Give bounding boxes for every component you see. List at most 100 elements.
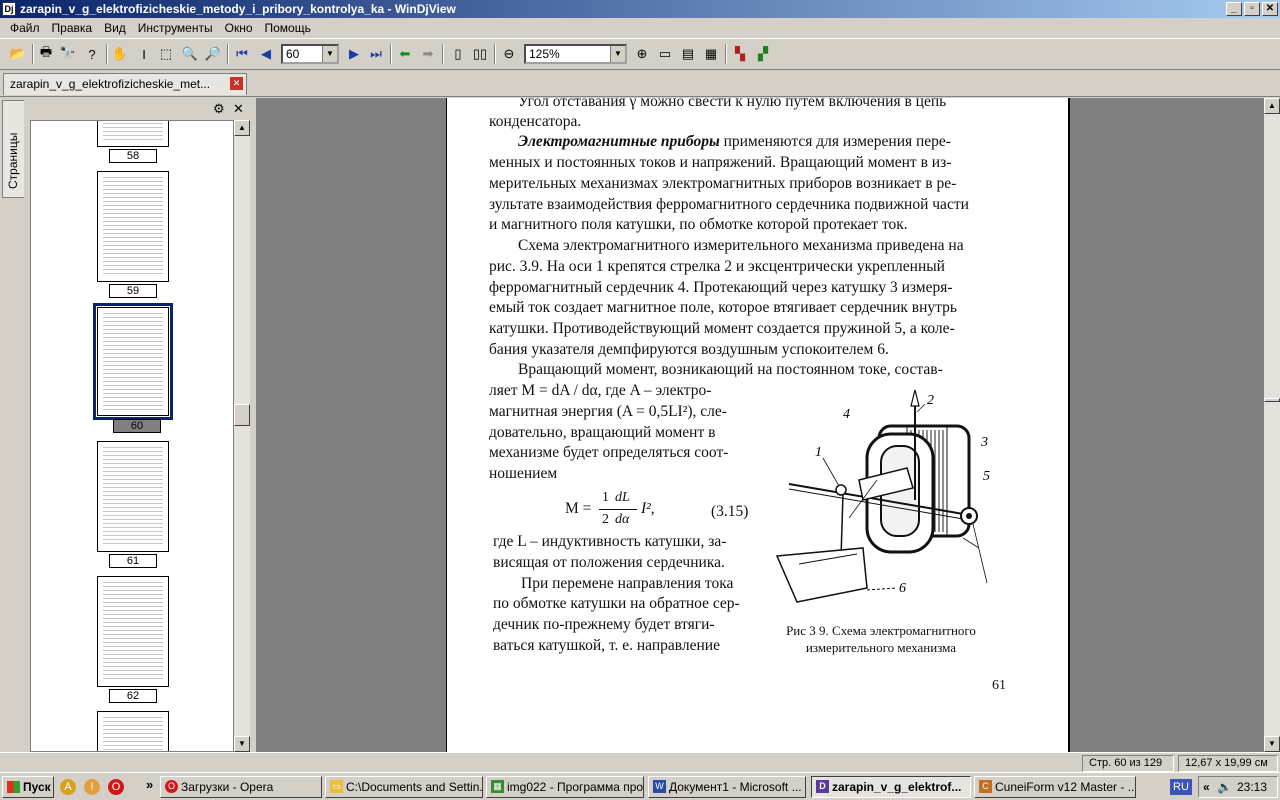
thumbnail-panel: 58 59 60 61 62 (30, 120, 234, 752)
task-windjview[interactable]: D zarapin_v_g_elektrof... (811, 776, 971, 798)
quicklaunch-app-icon[interactable]: A (60, 779, 76, 795)
first-page-icon[interactable]: ⏮ (232, 44, 252, 64)
zoom-out-icon[interactable]: ⊖ (499, 44, 519, 64)
text-line: ношением (489, 465, 558, 482)
minimize-button[interactable]: _ (1226, 2, 1242, 16)
opera-icon[interactable]: O (108, 779, 124, 795)
prev-page-icon[interactable]: ◀ (256, 44, 276, 64)
open-icon[interactable]: 📂 (8, 44, 28, 64)
scroll-down-icon[interactable]: ▼ (1264, 736, 1280, 752)
scroll-down-icon[interactable]: ▼ (234, 736, 250, 752)
thumbnail-label: 59 (109, 284, 157, 298)
text-line: механизме будет определяться соот- (489, 444, 729, 461)
thumbnail-page-61[interactable] (97, 441, 169, 552)
scroll-thumb[interactable] (234, 404, 250, 426)
single-page-icon[interactable]: ▯ (448, 44, 468, 64)
hand-tool-icon[interactable]: ✋ (110, 44, 130, 64)
menu-help[interactable]: Помощь (259, 21, 317, 35)
fit-width-icon[interactable]: ▤ (678, 44, 698, 64)
help-icon[interactable]: ? (82, 44, 102, 64)
tray-expand-icon[interactable]: « (1203, 777, 1210, 797)
text-line: Угол отставания γ можно свести к нулю пу… (518, 98, 947, 110)
language-indicator[interactable]: RU (1170, 779, 1192, 795)
close-button[interactable]: ✕ (1262, 2, 1278, 16)
quicklaunch-more[interactable]: » (146, 777, 153, 792)
layer-mode-icon[interactable]: ▞ (753, 44, 773, 64)
quicklaunch-app-icon[interactable]: ! (84, 779, 100, 795)
fraction-bar (599, 509, 637, 510)
thumbnail-page-60[interactable] (97, 307, 169, 416)
figure-label-5: 5 (983, 469, 990, 484)
menu-view[interactable]: Вид (98, 21, 132, 35)
page-number-combo[interactable]: 60 ▼ (281, 44, 339, 64)
close-icon[interactable]: ✕ (233, 101, 244, 117)
thumbnail-page-58[interactable] (97, 121, 169, 147)
find-icon[interactable]: 🔭 (58, 44, 78, 64)
document-tab[interactable]: zarapin_v_g_elektrofizicheskie_met... ✕ (3, 73, 247, 95)
document-view: Угол отставания γ можно свести к нулю пу… (256, 98, 1264, 752)
task-label: zarapin_v_g_elektrof... (832, 780, 962, 794)
thumbnail-label-selected: 60 (113, 419, 161, 433)
speaker-icon[interactable]: 🔈 (1217, 777, 1232, 797)
start-button[interactable]: Пуск (2, 776, 54, 798)
scroll-up-icon[interactable]: ▲ (1264, 98, 1280, 114)
task-label: img022 - Программа про... (507, 780, 644, 794)
menu-file[interactable]: Файл (4, 21, 46, 35)
menu-bar: Файл Правка Вид Инструменты Окно Помощь (0, 18, 1280, 38)
task-image-viewer[interactable]: ▦ img022 - Программа про... (486, 776, 644, 798)
formula-two: 2 (602, 512, 609, 527)
color-mode-icon[interactable]: ▚ (730, 44, 750, 64)
task-word[interactable]: W Документ1 - Microsoft ... (648, 776, 806, 798)
zoom-icon[interactable]: 🔍 (180, 44, 200, 64)
text-line: Электромагнитные приборы применяются для… (518, 133, 951, 150)
text-line: и магнитного поля катушки, по обмотке ко… (489, 216, 908, 233)
title-bar: Dj zarapin_v_g_elektrofizicheskie_metody… (0, 0, 1280, 18)
start-label: Пуск (23, 780, 51, 794)
opera-icon: O (165, 780, 178, 793)
two-page-icon[interactable]: ▯▯ (470, 44, 490, 64)
actual-size-icon[interactable]: ▦ (701, 44, 721, 64)
document-scrollbar[interactable]: ▲ ▼ (1264, 98, 1280, 752)
text-line: конденсатора. (489, 113, 582, 130)
scroll-up-icon[interactable]: ▲ (234, 120, 250, 136)
thumbnail-page-63[interactable] (97, 711, 169, 751)
figure-3-9: 1 2 3 4 5 6 (775, 389, 990, 603)
next-page-icon[interactable]: ▶ (344, 44, 364, 64)
formula-number: (3.15) (711, 503, 749, 520)
formula-dalpha: dα (615, 512, 630, 527)
task-label: Загрузки - Opera (181, 780, 274, 794)
menu-tools[interactable]: Инструменты (132, 21, 219, 35)
thumbnail-page-62[interactable] (97, 576, 169, 687)
text-line: где L – индуктивность катушки, за- (493, 533, 727, 550)
zoom-in-icon[interactable]: ⊕ (632, 44, 652, 64)
last-page-icon[interactable]: ⏭ (366, 44, 386, 64)
back-icon[interactable]: ⬅ (395, 44, 415, 64)
thumbnail-page-59[interactable] (97, 171, 169, 282)
chevron-down-icon[interactable]: ▼ (610, 46, 625, 62)
task-explorer[interactable]: ▭ C:\Documents and Settin... (325, 776, 483, 798)
sidebar-tab-pages[interactable]: Страницы (2, 100, 24, 198)
fit-page-icon[interactable]: ▭ (655, 44, 675, 64)
gear-icon[interactable]: ⚙ (213, 101, 225, 117)
text-line: При перемене направления тока (521, 575, 734, 592)
chevron-down-icon[interactable]: ▼ (322, 46, 337, 62)
text-select-icon[interactable]: I (134, 44, 154, 64)
toolbar: 📂 🖶 🔭 ? ✋ I ⬚ 🔍 🔎 ⏮ ◀ 60 ▼ ▶ ⏭ ⬅ ➡ ▯ ▯▯ … (0, 38, 1280, 70)
clock[interactable]: 23:13 (1237, 777, 1267, 797)
menu-edit[interactable]: Правка (46, 21, 99, 35)
document-page: Угол отставания γ можно свести к нулю пу… (446, 98, 1070, 752)
text-line: катушки. Противодействующий момент созда… (489, 320, 955, 337)
task-cuneiform[interactable]: C CuneiForm v12 Master - ... (974, 776, 1136, 798)
zoom-combo[interactable]: 125% ▼ (524, 44, 627, 64)
scroll-thumb[interactable] (1264, 398, 1280, 402)
print-icon[interactable]: 🖶 (36, 44, 56, 64)
thumbnail-scrollbar[interactable]: ▲ ▼ (234, 120, 250, 752)
restore-button[interactable]: ▫ (1244, 2, 1260, 16)
zoom-rect-icon[interactable]: 🔎 (203, 44, 223, 64)
forward-icon[interactable]: ➡ (418, 44, 438, 64)
text-line: Схема электромагнитного измерительного м… (518, 237, 964, 254)
menu-window[interactable]: Окно (219, 21, 259, 35)
rect-select-icon[interactable]: ⬚ (156, 44, 176, 64)
close-icon[interactable]: ✕ (230, 77, 243, 90)
task-opera[interactable]: O Загрузки - Opera (160, 776, 322, 798)
